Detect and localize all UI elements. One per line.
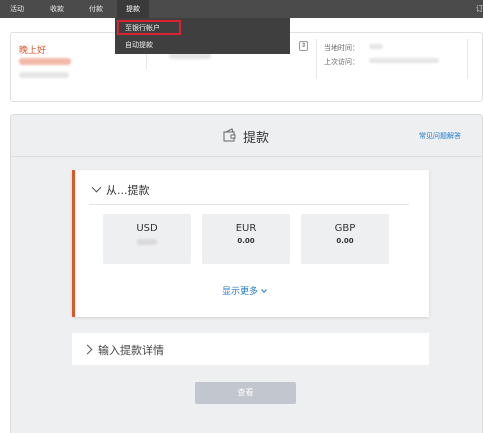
last-visit-label: 上次访问： bbox=[324, 58, 359, 66]
faq-link[interactable]: 常见问题解答 bbox=[419, 131, 461, 141]
top-nav: 活动 收款 付款 提款 订 bbox=[0, 0, 483, 18]
chevron-right-icon bbox=[82, 344, 93, 355]
wallet-icon bbox=[223, 128, 236, 142]
chevron-down-icon bbox=[91, 182, 102, 193]
highlight-box bbox=[117, 20, 181, 35]
redacted-account-id bbox=[19, 72, 69, 78]
redacted-balance bbox=[137, 239, 157, 245]
nav-item-withdraw[interactable]: 提款 bbox=[117, 0, 149, 18]
page-title: 提款 bbox=[243, 131, 270, 146]
withdraw-dropdown-menu: 至银行帐户 自动提款 bbox=[115, 18, 290, 54]
withdraw-from-header[interactable]: 从...提款 bbox=[91, 182, 150, 198]
divider bbox=[89, 204, 409, 205]
details-header: 输入提款详情 bbox=[82, 342, 164, 358]
withdraw-from-card: 从...提款 USD EUR 0.00 GBP 0.00 显示更多 bbox=[72, 170, 429, 317]
nav-item-receive[interactable]: 收款 bbox=[50, 0, 64, 18]
currency-code: GBP bbox=[334, 223, 356, 234]
currency-tile-eur[interactable]: EUR 0.00 bbox=[202, 214, 290, 264]
currency-amount: 0.00 bbox=[237, 237, 255, 245]
withdraw-details-section[interactable]: 输入提款详情 bbox=[72, 333, 429, 365]
view-button[interactable]: 查看 bbox=[195, 382, 296, 404]
details-title: 输入提款详情 bbox=[98, 344, 164, 357]
nav-item-activity[interactable]: 活动 bbox=[10, 0, 24, 18]
currency-code: USD bbox=[136, 223, 158, 234]
withdraw-from-title: 从...提款 bbox=[106, 184, 150, 197]
currency-code: EUR bbox=[235, 223, 257, 234]
currency-tile-usd[interactable]: USD bbox=[103, 214, 191, 264]
nav-item-truncated[interactable]: 订 bbox=[476, 0, 483, 18]
local-time-label: 当地时间： bbox=[324, 44, 359, 52]
show-more-link[interactable]: 显示更多 bbox=[222, 284, 267, 297]
nav-item-pay[interactable]: 付款 bbox=[89, 0, 103, 18]
currency-tile-gbp[interactable]: GBP 0.00 bbox=[301, 214, 389, 264]
redacted-name bbox=[19, 58, 71, 65]
panel-header: 提款 常见问题解答 bbox=[11, 115, 482, 157]
divider bbox=[316, 39, 317, 79]
redacted-local-time bbox=[369, 44, 383, 49]
menu-item-auto-withdraw[interactable]: 自动提款 bbox=[115, 37, 290, 53]
select-arrows-icon[interactable]: ⇕ bbox=[299, 41, 308, 51]
withdraw-panel: 提款 常见问题解答 从...提款 USD EUR 0.00 GBP 0.00 显… bbox=[10, 114, 483, 433]
show-more-label: 显示更多 bbox=[222, 287, 259, 297]
chevron-down-icon bbox=[261, 287, 267, 293]
redacted-last-visit bbox=[369, 58, 439, 63]
divider bbox=[467, 39, 468, 79]
greeting-text: 晚上好 bbox=[19, 46, 47, 56]
currency-amount: 0.00 bbox=[336, 237, 354, 245]
